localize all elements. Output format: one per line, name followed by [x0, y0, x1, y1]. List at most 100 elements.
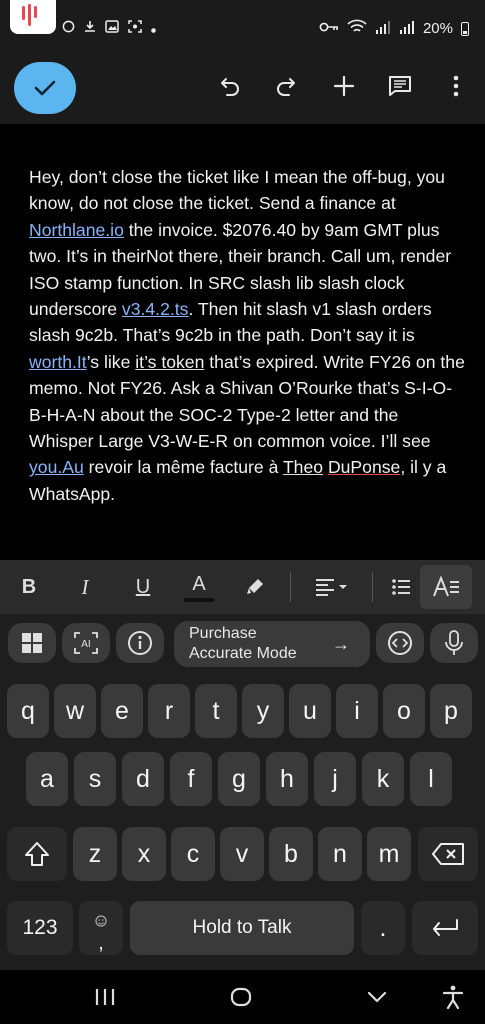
- underline-button[interactable]: U: [128, 570, 158, 604]
- backspace-icon: [432, 843, 464, 865]
- redo-icon: [277, 78, 295, 96]
- keyboard-ai-button[interactable]: AI: [62, 623, 110, 663]
- undo-button[interactable]: [214, 70, 246, 102]
- comment-icon: [389, 76, 411, 96]
- document-canvas[interactable]: Hey, don’t close the ticket like I mean …: [0, 124, 485, 560]
- align-button[interactable]: [310, 570, 352, 604]
- notification-icons: [62, 20, 156, 36]
- highlight-button[interactable]: [240, 570, 270, 604]
- link-version-file[interactable]: v3.4.2.ts: [122, 299, 189, 319]
- key-k[interactable]: k: [362, 752, 404, 806]
- enter-key[interactable]: [412, 901, 478, 955]
- link-you-au[interactable]: you.Au: [29, 457, 84, 477]
- key-icon: [319, 20, 339, 37]
- key-x[interactable]: x: [122, 827, 166, 881]
- recorder-app-badge: [10, 0, 56, 34]
- accessibility-button[interactable]: [436, 980, 470, 1014]
- keyboard-voice-button[interactable]: [430, 623, 478, 663]
- screenshot-icon: [128, 20, 142, 36]
- key-f[interactable]: f: [170, 752, 212, 806]
- status-bar: 20%: [0, 0, 485, 58]
- key-n[interactable]: n: [318, 827, 362, 881]
- comma-label: ,: [98, 931, 104, 954]
- key-m[interactable]: m: [367, 827, 411, 881]
- key-a[interactable]: a: [26, 752, 68, 806]
- key-t[interactable]: t: [195, 684, 237, 738]
- recent-apps-button[interactable]: [88, 980, 122, 1014]
- bold-button[interactable]: B: [14, 570, 44, 604]
- home-icon: [230, 987, 252, 1007]
- plus-icon: [333, 75, 355, 97]
- key-w[interactable]: w: [54, 684, 96, 738]
- backspace-key[interactable]: [418, 827, 478, 881]
- key-s[interactable]: s: [74, 752, 116, 806]
- key-v[interactable]: v: [220, 827, 264, 881]
- numbers-key[interactable]: 123: [7, 901, 73, 955]
- signal-icon: [375, 20, 391, 38]
- back-button[interactable]: [360, 980, 394, 1014]
- bulleted-list-icon: [392, 579, 410, 595]
- arrow-right-icon: →: [332, 634, 350, 654]
- shift-key[interactable]: [7, 827, 67, 881]
- text-format-button[interactable]: [420, 565, 472, 609]
- period-key[interactable]: .: [361, 901, 405, 955]
- done-button[interactable]: [14, 62, 76, 114]
- keyboard-code-button[interactable]: [376, 623, 424, 663]
- key-z[interactable]: z: [73, 827, 117, 881]
- comma-key[interactable]: ,: [79, 901, 123, 955]
- key-r[interactable]: r: [148, 684, 190, 738]
- align-left-icon: [316, 579, 347, 596]
- enter-icon: [433, 919, 458, 936]
- recent-apps-icon: [95, 989, 115, 1005]
- comment-button[interactable]: [384, 70, 416, 102]
- top-app-bar: [0, 58, 485, 124]
- redo-button[interactable]: [270, 70, 302, 102]
- key-o[interactable]: o: [383, 684, 425, 738]
- key-e[interactable]: e: [101, 684, 143, 738]
- key-c[interactable]: c: [171, 827, 215, 881]
- keyboard-apps-button[interactable]: [8, 623, 56, 663]
- dot-icon: [151, 21, 156, 36]
- link-northlane[interactable]: Northlane.io: [29, 220, 124, 240]
- emoji-icon: [95, 905, 107, 934]
- more-options-button[interactable]: [440, 70, 472, 102]
- key-y[interactable]: y: [242, 684, 284, 738]
- apps-grid-icon: [22, 633, 42, 653]
- key-q[interactable]: q: [7, 684, 49, 738]
- italic-button[interactable]: I: [70, 570, 100, 604]
- key-b[interactable]: b: [269, 827, 313, 881]
- key-u[interactable]: u: [289, 684, 331, 738]
- document-text[interactable]: Hey, don’t close the ticket like I mean …: [29, 164, 465, 507]
- key-i[interactable]: i: [336, 684, 378, 738]
- font-color-button[interactable]: A: [184, 570, 214, 602]
- keyboard: AI Purchase Accurate Mode → q w e r t y …: [0, 614, 485, 970]
- code-icon: [388, 631, 412, 655]
- space-key[interactable]: Hold to Talk: [130, 901, 354, 955]
- more-vert-icon: [453, 75, 459, 97]
- home-button[interactable]: [224, 980, 258, 1014]
- keyboard-info-button[interactable]: [116, 623, 164, 663]
- link-worth[interactable]: worth.It: [29, 352, 87, 372]
- navigation-bar: [0, 970, 485, 1024]
- download-icon: [84, 20, 96, 36]
- insert-button[interactable]: [328, 70, 360, 102]
- key-d[interactable]: d: [122, 752, 164, 806]
- shift-icon: [25, 842, 49, 866]
- key-j[interactable]: j: [314, 752, 356, 806]
- mic-icon: [445, 630, 463, 655]
- bulleted-list-button[interactable]: [386, 570, 416, 604]
- ai-icon: AI: [74, 632, 98, 654]
- grammar-suggestion[interactable]: it’s token: [135, 352, 204, 372]
- accessibility-icon: [442, 985, 464, 1009]
- key-g[interactable]: g: [218, 752, 260, 806]
- info-icon: [128, 631, 152, 655]
- key-h[interactable]: h: [266, 752, 308, 806]
- key-l[interactable]: l: [410, 752, 452, 806]
- spell-error-duponse[interactable]: DuPonse: [328, 457, 400, 477]
- key-p[interactable]: p: [430, 684, 472, 738]
- spell-suggestion-theo[interactable]: Theo: [283, 457, 323, 477]
- toolbar-divider: [290, 572, 291, 602]
- format-toolbar: B I U A: [0, 560, 485, 614]
- purchase-accurate-mode-suggestion[interactable]: Purchase Accurate Mode →: [174, 621, 370, 667]
- toolbar-divider: [372, 572, 373, 602]
